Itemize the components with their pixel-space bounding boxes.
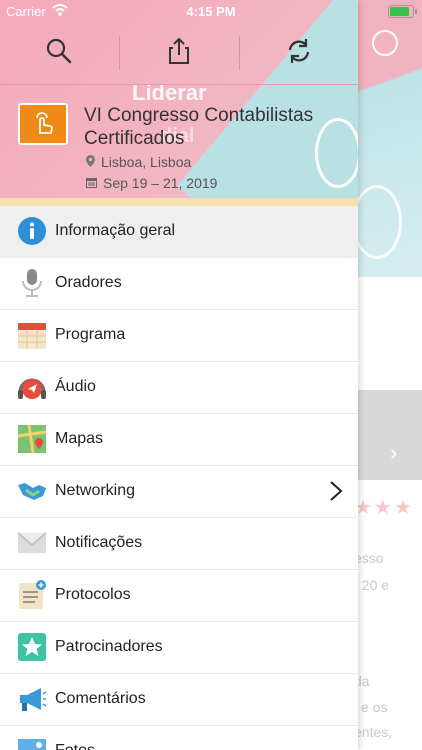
search-icon[interactable] [44, 36, 74, 66]
event-dates-text: Sep 19 – 21, 2019 [103, 175, 218, 191]
background-text: entes, [354, 724, 393, 740]
battery-icon [388, 5, 417, 18]
rating-stars: ★★★ [354, 497, 414, 519]
refresh-icon[interactable] [284, 36, 314, 66]
menu-item-label: Fotos [55, 742, 95, 750]
background-text: esso [354, 550, 384, 566]
handshake-icon [18, 483, 46, 500]
event-location-text: Lisboa, Lisboa [101, 154, 192, 170]
menu-item-networking[interactable]: Networking [0, 466, 358, 518]
event-logo [18, 103, 68, 145]
menu-item-label: Áudio [55, 378, 96, 395]
side-drawer: Liderar dial VI Congresso Contabilistas [0, 0, 358, 750]
envelope-icon [17, 532, 47, 553]
info-icon [18, 217, 46, 245]
menu-item-label: Protocolos [55, 586, 131, 603]
clipboard-icon [19, 580, 46, 609]
menu-item-audio[interactable]: Áudio [0, 362, 358, 414]
menu-item-oradores[interactable]: Oradores [0, 258, 358, 310]
share-icon[interactable] [164, 36, 194, 66]
calendar-icon [18, 323, 46, 349]
menu-item-label: Comentários [55, 690, 146, 707]
menu-item-label: Programa [55, 326, 126, 343]
chevron-right-icon[interactable]: › [390, 440, 397, 466]
menu-item-protocolos[interactable]: Protocolos [0, 570, 358, 622]
drawer-menu: Informação geral Oradores Programa Áudio… [0, 206, 358, 750]
menu-item-notificacoes[interactable]: Notificações [0, 518, 358, 570]
status-bar: Carrier 4:15 PM [0, 0, 422, 22]
location-pin-icon [86, 155, 95, 167]
drawer-header: Liderar dial VI Congresso Contabilistas [0, 0, 358, 206]
background-carousel[interactable] [358, 390, 422, 480]
menu-item-comentarios[interactable]: Comentários [0, 674, 358, 726]
emblem-icon [352, 185, 402, 259]
audio-icon [18, 378, 46, 399]
menu-item-label: Mapas [55, 430, 104, 447]
event-dates: Sep 19 – 21, 2019 [86, 175, 217, 191]
calendar-small-icon [86, 178, 97, 188]
menu-item-fotos[interactable]: Fotos [0, 726, 358, 750]
microphone-icon [22, 269, 42, 297]
hand-tap-icon [36, 112, 53, 134]
event-location: Lisboa, Lisboa [86, 154, 191, 170]
background-text: l e os [354, 699, 388, 715]
event-title: VI Congresso Contabilistas Certificados [84, 105, 314, 149]
menu-item-mapas[interactable]: Mapas [0, 414, 358, 466]
megaphone-icon [20, 688, 47, 711]
star-icon [18, 633, 46, 661]
menu-item-programa[interactable]: Programa [0, 310, 358, 362]
menu-item-label: Oradores [55, 274, 122, 291]
menu-item-label: Networking [55, 482, 136, 499]
menu-item-patrocinadores[interactable]: Patrocinadores [0, 622, 358, 674]
menu-item-label: Informação geral [55, 222, 176, 239]
menu-item-label: Patrocinadores [55, 638, 163, 655]
menu-item-informacao-geral[interactable]: Informação geral [0, 206, 358, 258]
map-icon [17, 424, 47, 454]
chevron-right-icon[interactable] [328, 480, 344, 502]
background-text: , 20 e [354, 577, 390, 593]
photo-icon [18, 739, 46, 750]
clock: 4:15 PM [186, 4, 236, 19]
profile-icon[interactable] [372, 30, 398, 56]
menu-item-label: Notificações [55, 534, 143, 551]
background-screen: › ★★★ esso , 20 e da l e os entes, [352, 0, 422, 750]
